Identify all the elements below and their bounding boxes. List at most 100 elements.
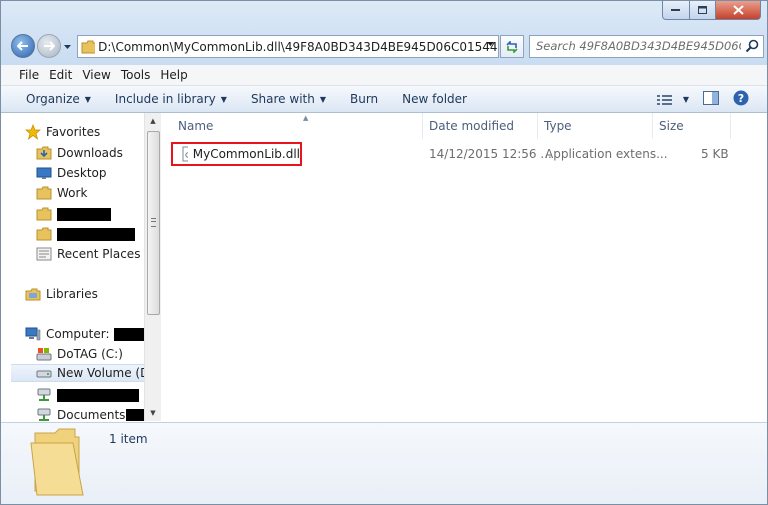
- chevron-down-icon[interactable]: [487, 42, 494, 47]
- nav-redacted-folder-1[interactable]: [36, 204, 144, 224]
- nav-drive-d[interactable]: New Volume (D:): [11, 364, 144, 382]
- network-drive-icon: [36, 387, 52, 403]
- minimize-button[interactable]: [662, 1, 690, 20]
- menu-bar: File Edit View Tools Help: [1, 65, 767, 86]
- nav-desktop[interactable]: Desktop: [36, 163, 144, 183]
- folder-icon: [36, 226, 52, 242]
- menu-view[interactable]: View: [82, 68, 110, 82]
- file-type: Application extens...: [545, 147, 668, 161]
- navigation-tree: Favorites Downloads Desktop Work Recent …: [1, 113, 144, 421]
- item-count: 1 item: [109, 432, 148, 446]
- address-bar[interactable]: D:\Common\MyCommonLib.dll\49F8A0BD343D4B…: [77, 35, 499, 58]
- back-arrow-icon: [17, 41, 28, 51]
- nav-favorites[interactable]: Favorites: [25, 122, 144, 142]
- scrollbar-thumb[interactable]: [147, 131, 160, 315]
- nav-label: Computer:: [46, 327, 110, 341]
- system-drive-icon: [36, 346, 52, 362]
- navigation-scrollbar[interactable]: ▲ ▼: [144, 113, 161, 421]
- recent-pages-dropdown[interactable]: [64, 39, 71, 53]
- file-list: Name ▲ Date modified Type Size 14/12/2015…: [161, 113, 767, 421]
- folder-icon: [81, 40, 96, 53]
- desktop-icon: [36, 165, 52, 181]
- address-path: D:\Common\MyCommonLib.dll\49F8A0BD343D4B…: [98, 39, 498, 54]
- menu-help[interactable]: Help: [160, 68, 187, 82]
- nav-libraries[interactable]: Libraries: [25, 284, 144, 304]
- column-headers: Name ▲ Date modified Type Size: [161, 113, 767, 139]
- preview-pane-button[interactable]: [703, 91, 719, 108]
- nav-label: Work: [57, 186, 88, 200]
- redacted-label: [57, 388, 139, 402]
- menu-edit[interactable]: Edit: [49, 68, 72, 82]
- nav-drive-c[interactable]: DoTAG (C:): [36, 344, 144, 364]
- file-name: MyCommonLib.dll: [192, 147, 300, 161]
- folder-icon: [36, 185, 52, 201]
- forward-arrow-icon: [44, 41, 55, 51]
- drive-icon: [36, 365, 52, 381]
- nav-downloads[interactable]: Downloads: [36, 143, 144, 163]
- share-with-label: Share with: [250, 92, 315, 106]
- refresh-button[interactable]: [500, 35, 524, 58]
- organize-button[interactable]: Organize ▼: [26, 92, 91, 106]
- menu-tools[interactable]: Tools: [121, 68, 151, 82]
- view-controls: ▼ ?: [643, 90, 749, 109]
- explorer-window: D:\Common\MyCommonLib.dll\49F8A0BD343D4B…: [0, 0, 768, 505]
- redacted-label: [113, 327, 144, 341]
- navigation-buttons: [11, 34, 71, 58]
- menu-file[interactable]: File: [19, 68, 39, 82]
- column-name[interactable]: Name ▲: [171, 113, 423, 139]
- maximize-icon: [697, 5, 707, 14]
- include-in-library-label: Include in library: [114, 92, 216, 106]
- preview-pane-icon: [703, 91, 719, 105]
- change-view-button[interactable]: ▼: [656, 94, 689, 106]
- minimize-icon: [671, 9, 680, 11]
- include-in-library-button[interactable]: Include in library ▼: [115, 92, 227, 106]
- title-bar: D:\Common\MyCommonLib.dll\49F8A0BD343D4B…: [1, 1, 767, 65]
- redacted-label: [57, 227, 135, 241]
- nav-label: Documents: [57, 408, 126, 421]
- new-folder-button[interactable]: New folder: [402, 92, 467, 106]
- nav-label: Libraries: [46, 287, 98, 301]
- nav-recent-places[interactable]: Recent Places: [36, 244, 144, 264]
- back-button[interactable]: [11, 34, 35, 58]
- file-name-highlight[interactable]: MyCommonLib.dll: [171, 142, 302, 166]
- help-button[interactable]: ?: [733, 90, 749, 109]
- libraries-icon: [25, 286, 41, 302]
- computer-icon: [25, 326, 41, 342]
- navigation-pane: Favorites Downloads Desktop Work Recent …: [1, 113, 161, 421]
- details-pane: 1 item: [1, 422, 767, 504]
- svg-text:?: ?: [738, 92, 744, 105]
- search-input[interactable]: [530, 36, 741, 55]
- column-name-label: Name: [178, 119, 214, 133]
- nav-redacted-folder-2[interactable]: [36, 224, 144, 244]
- burn-button[interactable]: Burn: [350, 92, 378, 106]
- folder-icon: [36, 206, 52, 222]
- forward-button[interactable]: [37, 34, 61, 58]
- column-date-modified[interactable]: Date modified: [423, 113, 538, 139]
- redacted-label: [126, 408, 144, 421]
- nav-label: Downloads: [57, 146, 123, 160]
- scroll-up-button[interactable]: ▲: [145, 113, 161, 129]
- maximize-button[interactable]: [690, 1, 716, 20]
- scroll-down-button[interactable]: ▼: [145, 405, 161, 421]
- window-controls: [662, 1, 761, 20]
- column-type[interactable]: Type: [538, 113, 653, 139]
- nav-redacted-network-drive[interactable]: [36, 385, 144, 405]
- nav-label: Favorites: [46, 125, 101, 139]
- sort-up-icon: ▲: [303, 114, 309, 122]
- nav-computer[interactable]: Computer:: [25, 324, 144, 344]
- nav-documents[interactable]: Documents: [36, 405, 144, 421]
- chevron-down-icon: [64, 45, 71, 49]
- chevron-down-icon: ▼: [319, 94, 326, 104]
- column-size[interactable]: Size: [653, 113, 731, 139]
- folder-icon: [30, 428, 84, 496]
- share-with-button[interactable]: Share with ▼: [251, 92, 326, 106]
- file-date-modified: 14/12/2015 12:56 ...: [429, 147, 552, 161]
- search-icon[interactable]: [745, 39, 759, 53]
- file-size: 5 KB: [701, 147, 729, 161]
- nav-work[interactable]: Work: [36, 183, 144, 203]
- close-button[interactable]: [716, 1, 761, 20]
- star-icon: [25, 124, 41, 140]
- chevron-down-icon: ▼: [682, 95, 689, 104]
- dll-file-icon: [182, 146, 188, 162]
- nav-label: DoTAG (C:): [57, 347, 123, 361]
